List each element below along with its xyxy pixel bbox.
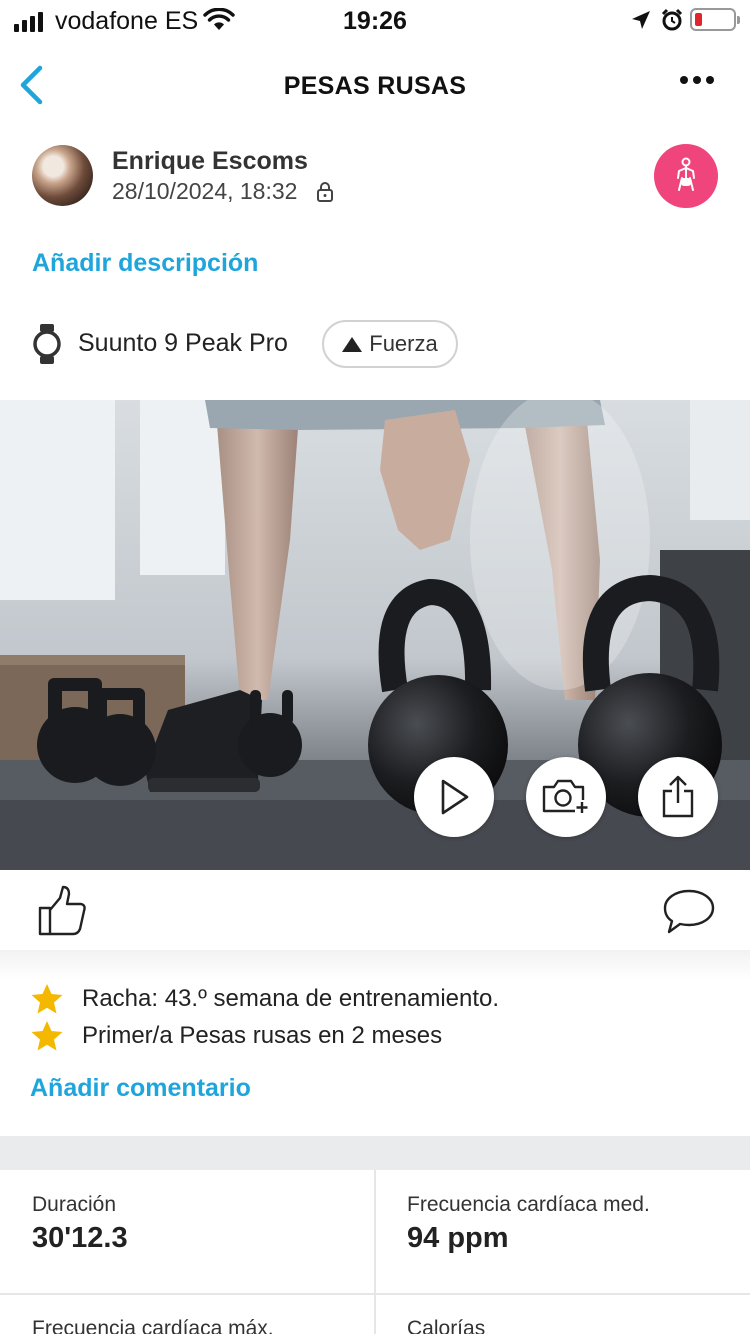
stat-label: Frecuencia cardíaca med.	[407, 1193, 650, 1216]
add-description-link[interactable]: Añadir descripción	[32, 249, 258, 278]
stat-value: 94 ppm	[407, 1222, 509, 1254]
comment-icon[interactable]	[662, 888, 716, 936]
section-divider	[0, 1136, 750, 1170]
play-button[interactable]	[414, 757, 494, 837]
watch-icon	[33, 324, 61, 364]
stat-label: Frecuencia cardíaca máx.	[32, 1317, 274, 1334]
share-button[interactable]	[638, 757, 718, 837]
stats-divider	[374, 1170, 376, 1334]
stats-row-divider	[0, 1293, 750, 1295]
stat-label: Duración	[32, 1193, 117, 1216]
triangle-icon	[342, 336, 363, 352]
status-bar: vodafone ES 19:26	[0, 0, 750, 40]
location-icon	[632, 11, 650, 29]
more-icon[interactable]	[680, 76, 714, 84]
stat-label: Calorías	[407, 1317, 486, 1334]
achievement-text: Primer/a Pesas rusas en 2 meses	[82, 1022, 443, 1049]
lock-icon[interactable]	[316, 181, 334, 203]
camera-add-icon	[542, 779, 589, 814]
device-name: Suunto 9 Peak Pro	[78, 329, 288, 357]
stat-avg-heart-rate: Frecuencia cardíaca med. 94 ppm	[407, 1193, 650, 1255]
alarm-icon	[661, 8, 683, 31]
stat-calories: Calorías	[407, 1317, 485, 1334]
activity-tag[interactable]: Fuerza	[322, 320, 458, 368]
page-title: PESAS RUSAS	[283, 72, 467, 100]
stat-duration: Duración 30'12.3	[32, 1193, 128, 1255]
achievement-text: Racha: 43.º semana de entrenamiento.	[82, 985, 500, 1012]
avatar[interactable]	[32, 145, 93, 206]
like-icon[interactable]	[36, 884, 88, 938]
strength-icon	[677, 157, 695, 191]
user-name[interactable]: Enrique Escoms	[112, 147, 308, 176]
workout-date: 28/10/2024, 18:32	[112, 178, 298, 204]
stat-value: 30'12.3	[32, 1222, 128, 1254]
achievement-item: Racha: 43.º semana de entrenamiento.	[30, 983, 499, 1015]
add-photo-button[interactable]	[526, 757, 606, 837]
activity-type-badge	[654, 144, 718, 208]
add-comment-link[interactable]: Añadir comentario	[30, 1074, 251, 1103]
play-icon	[441, 779, 469, 815]
share-icon	[662, 775, 694, 818]
stat-max-heart-rate: Frecuencia cardíaca máx.	[32, 1317, 274, 1334]
achievement-item: Primer/a Pesas rusas en 2 meses	[30, 1020, 442, 1052]
battery-icon	[690, 8, 740, 31]
activity-tag-label: Fuerza	[369, 331, 438, 356]
star-icon	[31, 984, 63, 1014]
star-icon	[31, 1021, 63, 1051]
nav-bar: PESAS RUSAS	[0, 50, 750, 120]
